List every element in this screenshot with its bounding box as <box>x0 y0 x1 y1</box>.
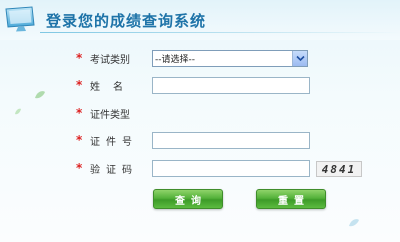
required-mark: * <box>76 78 83 92</box>
name-row: * 姓名 <box>76 75 152 95</box>
reset-button[interactable]: 重置 <box>256 189 326 209</box>
monitor-logo-icon <box>5 6 35 32</box>
id-type-row: * 证件类型 <box>76 103 152 123</box>
name-label: 姓名 <box>90 81 136 93</box>
exam-type-selected-value: --请选择-- <box>155 55 195 65</box>
leaf-decoration-icon <box>35 91 45 99</box>
leaf-decoration-icon <box>15 108 21 115</box>
name-input[interactable] <box>152 77 310 94</box>
query-button[interactable]: 查询 <box>153 189 223 209</box>
verify-code-input[interactable] <box>152 160 310 177</box>
verify-code-row: * 验证码 <box>76 158 152 178</box>
required-mark: * <box>76 133 83 147</box>
verify-code-label: 验证码 <box>90 164 138 176</box>
id-number-label: 证件号 <box>90 136 138 148</box>
header: 登录您的成绩查询系统 <box>0 0 400 40</box>
page-title: 登录您的成绩查询系统 <box>46 12 207 30</box>
exam-type-select[interactable]: --请选择-- <box>152 50 308 67</box>
exam-type-label: 考试类别 <box>90 54 130 66</box>
id-type-label: 证件类型 <box>90 109 130 121</box>
required-mark: * <box>76 106 83 120</box>
chevron-down-icon[interactable] <box>292 51 307 66</box>
required-mark: * <box>76 161 83 175</box>
exam-type-row: * 考试类别 <box>76 48 152 68</box>
required-mark: * <box>76 51 83 65</box>
leaf-decoration-icon <box>349 219 359 227</box>
captcha-image[interactable]: 4841 <box>316 161 362 177</box>
id-number-row: * 证件号 <box>76 130 152 150</box>
id-number-input[interactable] <box>152 132 310 149</box>
